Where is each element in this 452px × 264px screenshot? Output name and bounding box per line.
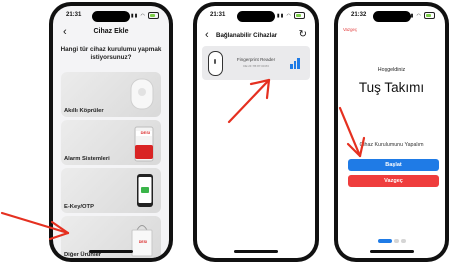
status-icons: ▮▮ ◠ [131, 12, 159, 19]
dynamic-island [92, 11, 130, 22]
dynamic-island [237, 11, 275, 22]
alarm-device-brand: DESI [140, 130, 150, 135]
battery-icon [424, 12, 435, 19]
bag-brand-text: DESI [138, 240, 147, 244]
device-title: Tuş Takımı [358, 80, 425, 95]
signal-strength-icon [290, 55, 302, 69]
page-dot [393, 239, 399, 243]
status-time: 21:31 [210, 12, 226, 18]
page-dot-active [377, 239, 392, 243]
question-text: Hangi tür cihaz kurulumu yapmak istiyors… [60, 46, 162, 61]
annotation-arrow-icon [227, 78, 271, 124]
skip-link[interactable]: Vazgeç [343, 27, 357, 32]
page-indicator [338, 230, 445, 248]
category-card-smart-bridges[interactable]: Akıllı Köprüler [61, 72, 161, 117]
welcome-text: Hoşgeldiniz [377, 67, 406, 73]
category-label: Akıllı Köprüler [64, 108, 104, 114]
screen-connectable-devices: 21:31 ▮▮ ◠ ‹ Bağlanabilir Cihazlar ↻ Fin… [197, 6, 315, 258]
status-icons: ▮▮ ◠ [407, 12, 435, 19]
home-indicator [369, 250, 414, 253]
home-indicator [234, 250, 278, 253]
nav-bar: ‹ Cihaz Ekle [53, 27, 169, 39]
battery-icon [294, 12, 305, 19]
phone-ekey-icon [137, 174, 153, 207]
page-dot [400, 239, 406, 243]
page-title: Cihaz Ekle [93, 28, 129, 35]
annotation-arrow-icon [338, 106, 366, 158]
back-chevron-icon[interactable]: ‹ [205, 30, 209, 41]
nav-bar: ‹ Bağlanabilir Cihazlar ↻ [197, 29, 315, 43]
battery-icon [148, 12, 159, 19]
smart-bridge-icon [130, 78, 154, 110]
home-indicator [89, 250, 133, 253]
status-time: 21:31 [66, 12, 82, 18]
annotation-arrow-icon [0, 211, 70, 241]
phone-connectable-devices: 21:31 ▮▮ ◠ ‹ Bağlanabilir Cihazlar ↻ Fin… [193, 2, 319, 262]
status-time: 21:32 [351, 12, 367, 18]
refresh-icon[interactable]: ↻ [299, 29, 307, 40]
status-icons: ▮▮ ◠ [277, 12, 305, 19]
category-label: Alarm Sistemleri [64, 156, 110, 162]
category-card-alarm-systems[interactable]: DESI Alarm Sistemleri [61, 120, 161, 165]
dynamic-island [372, 11, 411, 22]
cancel-button[interactable]: Vazgeç [348, 175, 439, 187]
page-title: Bağlanabilir Cihazlar [216, 32, 278, 39]
